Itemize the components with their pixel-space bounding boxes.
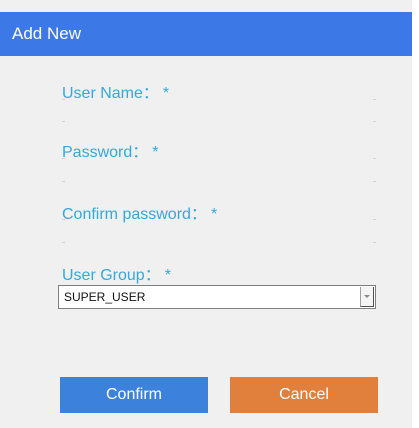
input-corner-mark [373,181,376,182]
input-corner-mark [373,158,376,159]
input-corner-mark [373,121,376,122]
dropdown-arrow-icon[interactable] [360,287,374,307]
input-corner-mark [62,181,65,182]
user-group-label: User Group： * [62,267,171,284]
chevron-down-icon [364,294,370,298]
input-corner-mark [62,158,65,159]
input-corner-mark [373,242,376,243]
input-corner-mark [62,242,65,243]
confirm-button[interactable]: Confirm [60,377,208,413]
password-input[interactable] [62,158,382,186]
add-new-dialog: Add New User Name： * Password： * Confirm p… [0,0,412,428]
confirm-password-input[interactable] [62,219,382,247]
required-asterisk: * [164,267,171,284]
input-corner-mark [62,121,65,122]
user-name-input[interactable] [62,99,382,127]
dialog-title-bar: Add New [0,12,412,56]
input-corner-mark [62,219,65,220]
input-corner-mark [373,99,376,100]
user-group-select[interactable]: SUPER_USER [58,285,376,309]
user-group-selected-value: SUPER_USER [64,290,146,304]
dialog-title: Add New [12,24,81,43]
input-corner-mark [373,219,376,220]
cancel-button[interactable]: Cancel [230,377,378,413]
input-corner-mark [62,99,65,100]
